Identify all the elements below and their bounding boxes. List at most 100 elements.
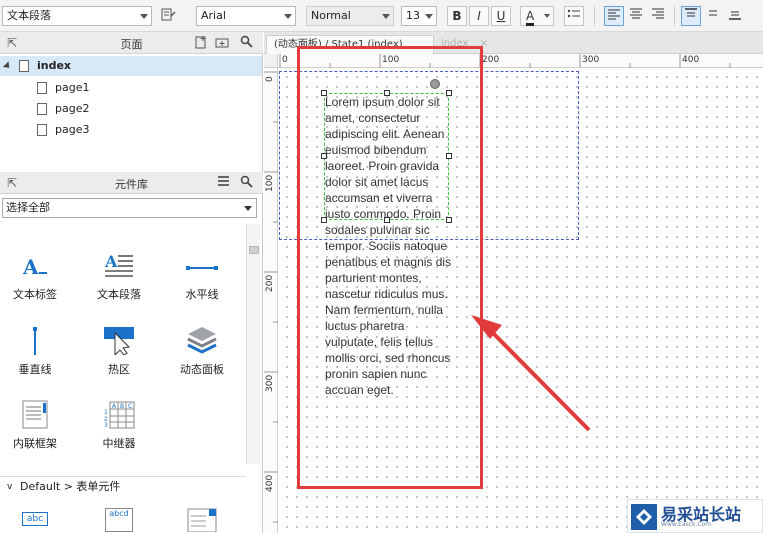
underline-button[interactable]: U xyxy=(491,6,511,26)
ruler-label: 0 xyxy=(282,55,288,65)
font-style-value: Normal xyxy=(311,9,351,22)
widget-label: 动态面板 xyxy=(180,363,224,376)
font-family-value: Arial xyxy=(201,9,226,22)
widget-text-paragraph[interactable]: A 文本段落 xyxy=(84,246,154,312)
widget-horizontal-line[interactable]: 水平线 xyxy=(167,246,237,312)
text-area-icon: abcd xyxy=(101,508,137,532)
page-tree-item-index[interactable]: index xyxy=(0,56,262,76)
library-scrollbar[interactable] xyxy=(246,224,260,464)
library-panel-header: ⇱ 元件库 xyxy=(0,172,263,194)
vertical-ruler: 0 100 200 300 400 xyxy=(264,68,278,533)
page-tree-item-page1[interactable]: page1 xyxy=(0,78,262,98)
page-tree-item-page2[interactable]: page2 xyxy=(0,99,262,119)
page-tree-item-page3[interactable]: page3 xyxy=(0,120,262,140)
ruler-label: 100 xyxy=(265,174,275,192)
library-filter-select[interactable]: 选择全部 xyxy=(2,198,257,218)
widget-label: 水平线 xyxy=(185,288,219,301)
chevron-down-icon xyxy=(140,14,148,19)
svg-text:3: 3 xyxy=(104,422,108,429)
svg-text:A: A xyxy=(104,252,118,271)
align-right-icon[interactable] xyxy=(648,6,668,26)
font-color-label: A xyxy=(526,9,535,26)
chevron-down-icon xyxy=(425,14,433,19)
dynamic-panel-icon xyxy=(184,325,220,355)
text-label-icon: A xyxy=(17,250,53,280)
svg-text:A: A xyxy=(22,255,39,279)
ruler-label: 300 xyxy=(265,374,275,392)
font-family-select[interactable]: Arial xyxy=(196,6,296,26)
ruler-ticks xyxy=(264,71,278,523)
hotspot-icon xyxy=(101,325,137,357)
widget-style-value: 文本段落 xyxy=(7,9,51,22)
align-top-icon[interactable] xyxy=(681,6,701,26)
widget-label: 文本标签 xyxy=(13,288,57,301)
vertical-line-icon xyxy=(17,325,53,355)
ruler-label: 200 xyxy=(482,55,500,65)
widget-dynamic-panel[interactable]: 动态面板 xyxy=(167,321,237,387)
add-folder-icon[interactable] xyxy=(214,35,230,51)
ruler-label: 300 xyxy=(582,55,600,65)
svg-text:1: 1 xyxy=(104,409,108,416)
text-field-icon: abc xyxy=(17,510,53,532)
ruler-label: 400 xyxy=(682,55,700,65)
ruler-label: 400 xyxy=(265,474,275,492)
widget-text-label[interactable]: A 文本标签 xyxy=(0,246,70,312)
align-bottom-icon[interactable] xyxy=(725,6,745,26)
italic-button[interactable]: I xyxy=(469,6,489,26)
widget-text-area[interactable]: abcd xyxy=(84,504,154,533)
expand-arrow-icon[interactable] xyxy=(2,61,13,71)
widget-text-field[interactable]: abc xyxy=(0,504,70,533)
format-toolbar: 文本段落 Arial Normal 13 B I U A xyxy=(0,0,763,32)
site-logo-icon xyxy=(631,504,657,530)
pages-panel-header: ⇱ 页面 xyxy=(0,32,263,54)
widget-label: 中继器 xyxy=(102,437,136,450)
page-label: page3 xyxy=(55,123,90,136)
menu-icon[interactable] xyxy=(215,175,231,191)
svg-text:C: C xyxy=(128,403,132,410)
chevron-down-icon xyxy=(284,14,292,19)
search-icon[interactable] xyxy=(238,175,254,191)
text-area-sample: abcd xyxy=(105,508,133,532)
widget-vertical-line[interactable]: 垂直线 xyxy=(0,321,70,387)
horizontal-line-icon xyxy=(184,250,220,280)
widget-inline-frame[interactable]: 内联框架 xyxy=(0,395,70,461)
scrollbar-thumb[interactable] xyxy=(249,246,259,254)
text-field-sample: abc xyxy=(22,512,48,526)
font-color-button[interactable]: A xyxy=(520,6,554,26)
library-group-default-forms[interactable]: v Default > 表单元件 xyxy=(0,476,246,496)
widget-label: 热区 xyxy=(108,363,130,376)
widget-style-select[interactable]: 文本段落 xyxy=(2,6,152,26)
library-filter-value: 选择全部 xyxy=(6,201,50,214)
page-icon xyxy=(19,60,29,72)
design-canvas[interactable]: (动态面板) / State1 (index) index × 0 100 20… xyxy=(264,32,763,533)
bullet-list-icon[interactable] xyxy=(564,6,584,26)
widget-hotspot[interactable]: 热区 xyxy=(84,321,154,387)
svg-text:B: B xyxy=(120,403,124,410)
align-center-icon[interactable] xyxy=(626,6,646,26)
listbox-icon xyxy=(184,508,220,533)
widget-listbox[interactable] xyxy=(167,504,237,533)
bold-button[interactable]: B xyxy=(447,6,467,26)
watermark-subtitle: Www.Easck.Com xyxy=(661,521,712,528)
chevron-down-icon xyxy=(244,206,252,211)
search-icon[interactable] xyxy=(238,35,254,51)
page-label: index xyxy=(37,59,72,72)
widget-repeater[interactable]: ABC123 中继器 xyxy=(84,395,154,461)
toolbar-divider xyxy=(674,6,675,26)
add-page-icon[interactable] xyxy=(193,35,209,51)
ruler-corner xyxy=(264,54,278,68)
page-label: page1 xyxy=(55,81,90,94)
toolbar-divider xyxy=(594,6,595,26)
font-size-select[interactable]: 13 xyxy=(401,6,437,26)
highlight-rectangle xyxy=(297,46,483,489)
widget-label: 文本段落 xyxy=(97,288,141,301)
widget-label: 垂直线 xyxy=(18,363,52,376)
style-editor-icon[interactable] xyxy=(158,6,178,26)
page-icon xyxy=(37,82,47,94)
font-style-select[interactable]: Normal xyxy=(306,6,394,26)
ruler-label: 200 xyxy=(265,274,275,292)
ruler-label: 0 xyxy=(265,76,275,82)
text-paragraph-icon: A xyxy=(101,250,137,280)
align-left-icon[interactable] xyxy=(604,6,624,26)
align-middle-icon[interactable] xyxy=(703,6,723,26)
